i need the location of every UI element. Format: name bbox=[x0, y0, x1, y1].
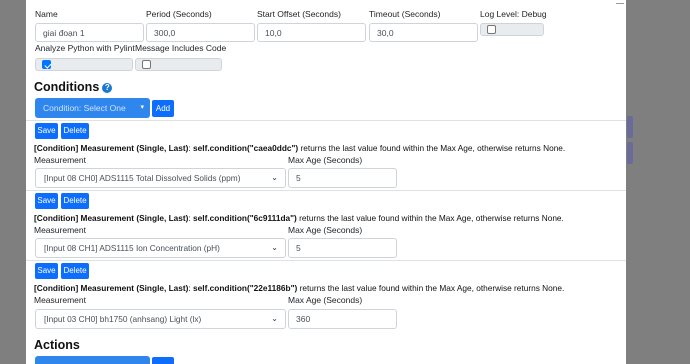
condition-explanation: returns the last value found within the … bbox=[297, 283, 565, 293]
max-age-input[interactable]: 5 bbox=[288, 168, 397, 188]
log-level-debug-checkbox[interactable] bbox=[487, 25, 496, 34]
message-code-checkbox[interactable] bbox=[142, 60, 151, 69]
condition-divider bbox=[26, 260, 626, 261]
chevron-down-icon: ⌄ bbox=[271, 173, 278, 182]
add-condition-button[interactable]: Add bbox=[152, 100, 174, 117]
condition-select-placeholder: Condition: Select One bbox=[43, 103, 126, 113]
period-label: Period (Seconds) bbox=[146, 9, 212, 19]
condition-description: [Condition] Measurement (Single, Last): … bbox=[34, 213, 564, 223]
log-level-label: Log Level: Debug bbox=[480, 9, 547, 19]
max-age-label: Max Age (Seconds) bbox=[288, 155, 363, 165]
condition-type-text: [Condition] Measurement (Single, Last) bbox=[34, 213, 189, 223]
action-type-select[interactable] bbox=[35, 356, 150, 364]
condition-code: self.condition("22e1186b") bbox=[193, 283, 298, 293]
condition-delete-button[interactable]: Delete bbox=[61, 263, 89, 279]
conditions-heading: Conditions? bbox=[34, 80, 113, 94]
max-age-label: Max Age (Seconds) bbox=[288, 225, 363, 235]
textarea-resize-grip[interactable] bbox=[616, 0, 624, 4]
condition-code: self.condition("6c9111da") bbox=[193, 213, 297, 223]
condition-delete-button[interactable]: Delete bbox=[61, 123, 89, 139]
background-panel-edge bbox=[627, 142, 633, 164]
condition-divider bbox=[26, 120, 626, 121]
question-circle-icon[interactable]: ? bbox=[102, 83, 113, 93]
measurement-label: Measurement bbox=[34, 155, 86, 165]
condition-description: [Condition] Measurement (Single, Last): … bbox=[34, 143, 565, 153]
conditions-title: Conditions bbox=[34, 80, 100, 94]
period-input[interactable]: 300,0 bbox=[146, 23, 255, 42]
max-age-input[interactable]: 360 bbox=[288, 309, 397, 329]
condition-type-text: [Condition] Measurement (Single, Last) bbox=[34, 143, 189, 153]
message-code-checkbox-wrap bbox=[135, 58, 222, 71]
condition-save-button[interactable]: Save bbox=[35, 193, 58, 209]
name-input[interactable]: giai đoạn 1 bbox=[35, 23, 144, 42]
pylint-checkbox[interactable] bbox=[42, 60, 51, 69]
condition-type-select[interactable]: Condition: Select One ▾ bbox=[35, 98, 150, 118]
measurement-value: [Input 08 CH1] ADS1115 Ion Concentration… bbox=[44, 243, 220, 253]
caret-down-icon: ▾ bbox=[140, 104, 144, 111]
measurement-value: [Input 08 CH0] ADS1115 Total Dissolved S… bbox=[44, 173, 241, 183]
measurement-select[interactable]: [Input 08 CH1] ADS1115 Ion Concentration… bbox=[35, 238, 286, 258]
condition-save-button[interactable]: Save bbox=[35, 123, 58, 139]
condition-code: self.condition("caea0ddc") bbox=[193, 143, 299, 153]
timeout-input[interactable]: 30,0 bbox=[369, 23, 478, 42]
chevron-down-icon: ⌄ bbox=[271, 314, 278, 323]
log-level-debug-checkbox-wrap bbox=[480, 23, 544, 36]
condition-description: [Condition] Measurement (Single, Last): … bbox=[34, 283, 564, 293]
function-edit-modal: Name Period (Seconds) Start Offset (Seco… bbox=[26, 0, 626, 364]
condition-explanation: returns the last value found within the … bbox=[296, 213, 564, 223]
name-label: Name bbox=[35, 9, 58, 19]
add-action-button[interactable] bbox=[152, 357, 174, 364]
timeout-label: Timeout (Seconds) bbox=[369, 9, 441, 19]
measurement-label: Measurement bbox=[34, 225, 86, 235]
condition-save-button[interactable]: Save bbox=[35, 263, 58, 279]
start-offset-input[interactable]: 10,0 bbox=[257, 23, 366, 42]
background-panel-edge bbox=[627, 116, 633, 138]
modal-backdrop-left[interactable] bbox=[0, 0, 26, 364]
measurement-value: [Input 03 CH0] bh1750 (anhsang) Light (l… bbox=[44, 314, 202, 324]
actions-title: Actions bbox=[34, 338, 80, 352]
max-age-label: Max Age (Seconds) bbox=[288, 295, 363, 305]
pylint-label: Analyze Python with Pylint bbox=[35, 43, 135, 53]
chevron-down-icon: ⌄ bbox=[271, 243, 278, 252]
condition-divider bbox=[26, 190, 626, 191]
pylint-checkbox-wrap bbox=[35, 58, 133, 71]
measurement-select[interactable]: [Input 03 CH0] bh1750 (anhsang) Light (l… bbox=[35, 309, 286, 329]
message-code-label: Message Includes Code bbox=[135, 43, 227, 53]
measurement-select[interactable]: [Input 08 CH0] ADS1115 Total Dissolved S… bbox=[35, 168, 286, 188]
max-age-input[interactable]: 5 bbox=[288, 238, 397, 258]
condition-type-text: [Condition] Measurement (Single, Last) bbox=[34, 283, 189, 293]
modal-backdrop-right[interactable] bbox=[626, 0, 690, 364]
measurement-label: Measurement bbox=[34, 295, 86, 305]
condition-delete-button[interactable]: Delete bbox=[61, 193, 89, 209]
start-offset-label: Start Offset (Seconds) bbox=[257, 9, 341, 19]
condition-explanation: returns the last value found within the … bbox=[298, 143, 566, 153]
